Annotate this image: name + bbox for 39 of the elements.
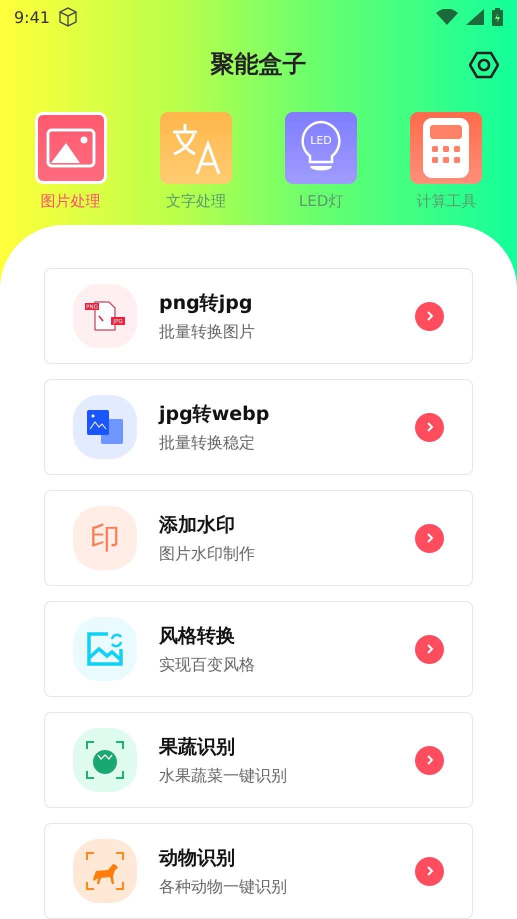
tool-card[interactable]: 印 添加水印 图片水印制作: [44, 490, 473, 586]
battery-icon: [492, 8, 503, 26]
led-label: LED: [310, 134, 332, 147]
calculator-icon: [423, 118, 470, 178]
tool-title: jpg转webp: [159, 402, 270, 426]
open-button[interactable]: [415, 634, 444, 664]
tool-title: png转jpg: [159, 290, 254, 316]
bulb-icon: [302, 120, 341, 170]
dog-scan-icon: [86, 852, 124, 890]
signal-icon: [466, 9, 484, 25]
cube-icon: [58, 7, 78, 27]
tool-card[interactable]: jpg转webp 批量转换稳定: [44, 379, 473, 475]
tool-subtitle: 批量转换稳定: [159, 432, 256, 454]
open-button[interactable]: [415, 746, 444, 774]
tomato-scan-icon: [86, 741, 124, 779]
tool-title: 添加水印: [159, 512, 236, 538]
wifi-icon: [436, 9, 458, 25]
open-button[interactable]: [415, 302, 444, 330]
tool-subtitle: 水果蔬菜一键识别: [159, 766, 288, 786]
app-title: 聚能盒子: [210, 49, 306, 80]
tool-subtitle: 各种动物一键识别: [159, 876, 288, 898]
tool-card[interactable]: 动物识别 各种动物一键识别: [44, 823, 473, 919]
open-button[interactable]: [415, 412, 444, 442]
settings-icon[interactable]: [469, 51, 499, 79]
seal-glyph-icon: 印: [90, 518, 120, 558]
tool-title: 动物识别: [159, 846, 236, 870]
tool-subtitle: 图片水印制作: [159, 544, 256, 564]
tool-card[interactable]: 风格转换 实现百变风格: [44, 601, 473, 697]
tool-title: 风格转换: [159, 624, 236, 648]
tool-card[interactable]: 果蔬识别 水果蔬菜一键识别: [44, 712, 473, 808]
tool-subtitle: 实现百变风格: [159, 654, 256, 676]
status-time: 9:41: [14, 8, 50, 26]
tool-subtitle: 批量转换图片: [159, 322, 256, 342]
image-icon: [46, 128, 96, 168]
open-button[interactable]: [415, 856, 444, 886]
images-icon: [86, 409, 124, 445]
open-button[interactable]: [415, 524, 444, 552]
image-refresh-icon: [86, 631, 124, 667]
tool-title: 果蔬识别: [159, 734, 236, 760]
